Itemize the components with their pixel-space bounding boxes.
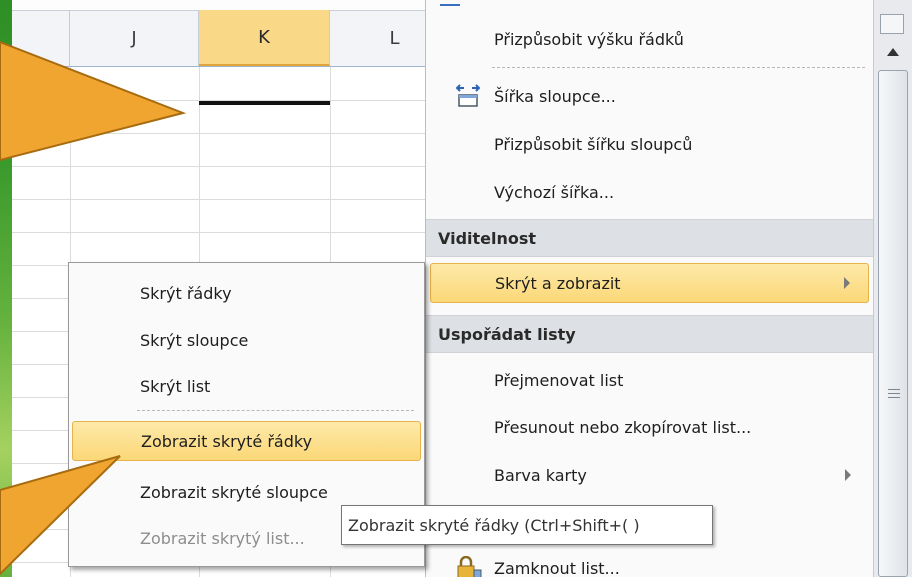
hide-sheet-item[interactable]: Skrýt list	[72, 366, 421, 406]
column-header-j[interactable]: J	[70, 10, 199, 66]
hide-sheet-label: Skrýt list	[140, 376, 211, 396]
scroll-up-arrow-icon[interactable]	[878, 40, 908, 66]
section-organize-sheets: Uspořádat listy	[426, 315, 873, 353]
protect-sheet-label: Zamknout list...	[494, 558, 620, 577]
column-width-label: Šířka sloupce...	[494, 86, 616, 106]
tab-color-label: Barva karty	[494, 465, 587, 485]
column-header-l[interactable]: L	[330, 10, 425, 66]
column-width-icon	[455, 82, 481, 112]
default-width-label: Výchozí šířka...	[494, 182, 615, 202]
autofit-row-height-item[interactable]: Přizpůsobit výšku řádků	[430, 19, 869, 59]
move-copy-sheet-item[interactable]: Přesunout nebo zkopírovat list...	[430, 407, 869, 447]
unhide-rows-item[interactable]: Zobrazit skryté řádky	[72, 421, 421, 461]
autofit-column-width-item[interactable]: Přizpůsobit šířku sloupců	[430, 124, 869, 164]
autofit-row-height-label: Přizpůsobit výšku řádků	[494, 29, 684, 49]
hide-show-label: Skrýt a zobrazit	[495, 273, 621, 293]
unhide-columns-label: Zobrazit skryté sloupce	[140, 482, 328, 502]
unhide-sheet-label: Zobrazit skrytý list...	[140, 528, 305, 548]
hide-show-item[interactable]: Skrýt a zobrazit	[430, 263, 869, 303]
shortcut-tooltip: Zobrazit skryté řádky (Ctrl+Shift+( )	[341, 505, 713, 545]
protect-sheet-item[interactable]: Zamknout list...	[430, 548, 869, 577]
hide-columns-label: Skrýt sloupce	[140, 330, 249, 350]
move-copy-sheet-label: Přesunout nebo zkopírovat list...	[494, 417, 752, 437]
unhide-rows-label: Zobrazit skryté řádky	[141, 431, 313, 451]
rename-sheet-label: Přejmenovat list	[494, 370, 624, 390]
tab-color-item[interactable]: Barva karty	[430, 455, 869, 495]
tooltip-text: Zobrazit skryté řádky (Ctrl+Shift+( )	[348, 515, 640, 535]
row-height-icon	[440, 0, 460, 6]
vertical-scrollbar[interactable]	[873, 0, 912, 577]
hidden-row-boundary	[199, 101, 330, 105]
lock-icon	[456, 555, 482, 577]
grip-icon	[888, 389, 900, 398]
split-box[interactable]	[880, 14, 904, 34]
section-visibility: Viditelnost	[426, 219, 873, 257]
default-width-item[interactable]: Výchozí šířka...	[430, 172, 869, 212]
format-menu: Přizpůsobit výšku řádků Šířka sloupce...…	[425, 0, 873, 577]
hide-rows-label: Skrýt řádky	[140, 283, 232, 303]
column-width-item[interactable]: Šířka sloupce...	[430, 76, 869, 116]
autofit-column-width-label: Přizpůsobit šířku sloupců	[494, 134, 693, 154]
column-header-row: J K L	[12, 0, 425, 67]
hide-columns-item[interactable]: Skrýt sloupce	[72, 320, 421, 360]
submenu-arrow-icon	[844, 277, 850, 289]
scroll-thumb[interactable]	[878, 70, 908, 577]
rename-sheet-item[interactable]: Přejmenovat list	[430, 360, 869, 400]
column-header-k[interactable]: K	[199, 10, 330, 66]
column-header-prev[interactable]	[12, 10, 70, 66]
submenu-arrow-icon	[845, 469, 851, 481]
hide-rows-item[interactable]: Skrýt řádky	[72, 273, 421, 313]
